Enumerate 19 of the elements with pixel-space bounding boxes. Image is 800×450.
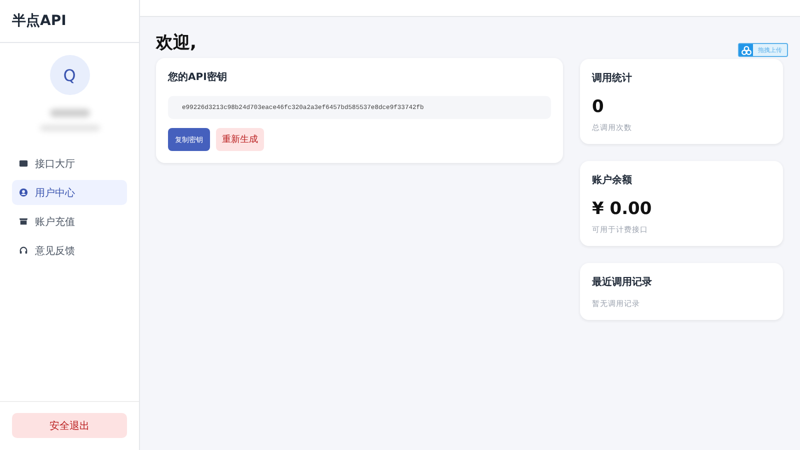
nav-item[interactable]: 意见反馈 xyxy=(12,238,127,263)
blurred-username xyxy=(50,109,90,117)
store-icon xyxy=(19,217,28,226)
nav-item[interactable]: 用户中心 xyxy=(12,180,127,205)
brand-logo: 半点API xyxy=(0,0,139,43)
card-title: 您的API密钥 xyxy=(168,70,228,84)
headset-icon xyxy=(19,246,28,255)
logout-button[interactable]: 安全退出 xyxy=(12,413,127,438)
regenerate-button[interactable]: 重新生成 xyxy=(216,128,264,151)
user-avatar: Q xyxy=(50,55,90,95)
card-title: 账户余额 xyxy=(592,173,633,187)
nav-item[interactable]: 账户充值 xyxy=(12,209,127,234)
card-title: 最近调用记录 xyxy=(592,276,653,289)
nav-item[interactable]: 接口大厅 xyxy=(12,151,127,176)
stat-value: 0 xyxy=(592,97,605,117)
user-icon xyxy=(19,188,28,197)
greeting-heading: 欢迎, xyxy=(156,33,198,53)
stat-value: ¥ 0.00 xyxy=(592,199,653,219)
card-title: 调用统计 xyxy=(592,72,633,85)
